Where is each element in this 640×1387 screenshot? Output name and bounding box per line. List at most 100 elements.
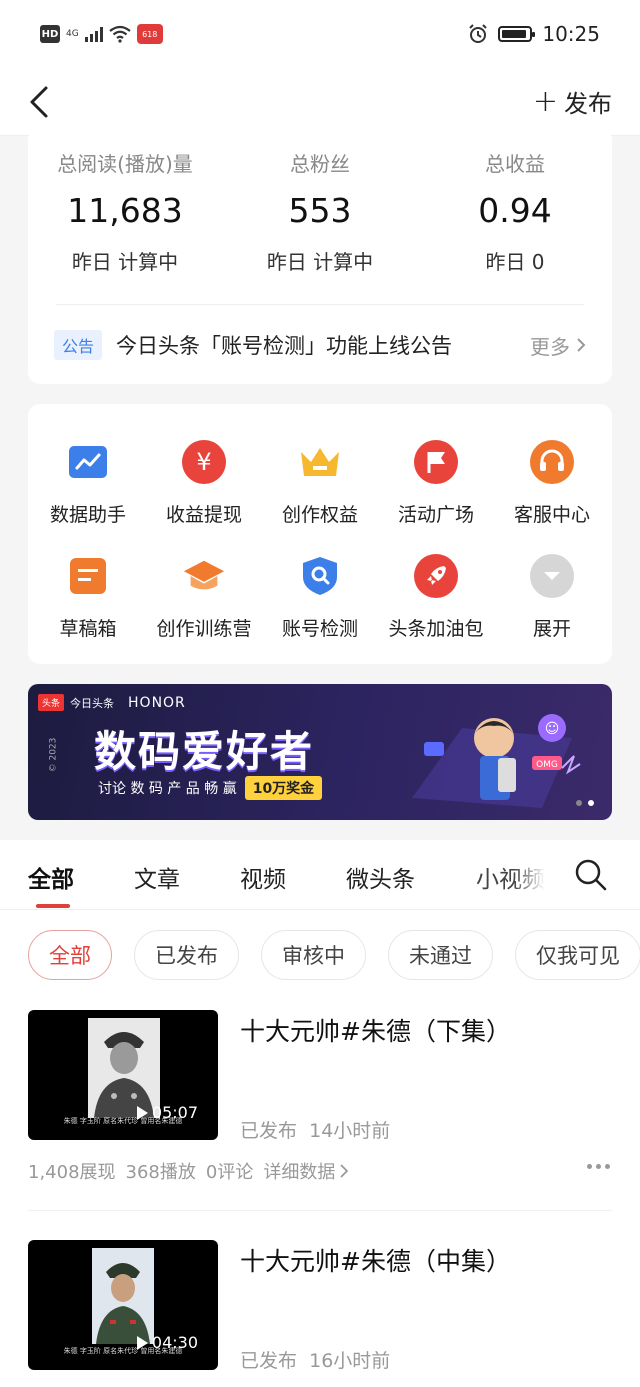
nav-bar: + 发布 bbox=[0, 70, 640, 136]
post-item[interactable]: 朱德 字玉阶 原名朱代珍 曾用名朱建德 04:30 十大元帅#朱德（中集） 已发… bbox=[28, 1240, 612, 1380]
stat-sub: 昨日 计算中 bbox=[266, 250, 374, 274]
duration-text: 05:07 bbox=[151, 1103, 198, 1122]
banner-title: 数码爱好者 bbox=[94, 727, 315, 776]
stat-total-fans[interactable]: 总粉丝 553 昨日 计算中 bbox=[223, 148, 417, 275]
tool-expand[interactable]: 展开 bbox=[494, 554, 610, 641]
svg-text:¥: ¥ bbox=[196, 448, 211, 476]
tab-short-videos[interactable]: 小视频 bbox=[476, 860, 545, 894]
tool-income-withdraw[interactable]: ¥ 收益提现 bbox=[146, 440, 262, 527]
tool-label: 创作训练营 bbox=[156, 618, 252, 640]
banner-pagination bbox=[576, 800, 594, 806]
network-type: 4G bbox=[66, 28, 79, 39]
notice-bar[interactable]: 公告 今日头条「账号检测」功能上线公告 更多 bbox=[54, 328, 586, 362]
rocket-icon bbox=[414, 554, 458, 598]
search-icon[interactable] bbox=[574, 858, 608, 892]
status-text: 已发布 bbox=[240, 1120, 298, 1142]
plus-icon: + bbox=[532, 83, 558, 119]
hd-icon: HD bbox=[40, 25, 60, 43]
post-title: 十大元帅#朱德（中集） bbox=[240, 1247, 511, 1276]
chevron-right-icon bbox=[577, 338, 586, 352]
notice-text: 今日头条「账号检测」功能上线公告 bbox=[116, 334, 453, 358]
status-left: HD 4G 618 bbox=[40, 24, 163, 44]
clock: 10:25 bbox=[542, 22, 600, 46]
stat-total-income[interactable]: 总收益 0.94 昨日 0 bbox=[418, 148, 612, 275]
wifi-icon bbox=[109, 25, 131, 43]
tab-micro-posts[interactable]: 微头条 bbox=[346, 860, 415, 894]
tool-label: 创作权益 bbox=[281, 504, 358, 526]
status-text: 已发布 bbox=[240, 1350, 298, 1372]
tool-label: 活动广场 bbox=[397, 504, 474, 526]
graduation-cap-icon bbox=[182, 554, 226, 598]
content-area: 全部 已发布 审核中 未通过 仅我可见 朱德 字玉阶 原名朱代珍 曾用名朱建德 … bbox=[0, 910, 640, 1387]
status-right: 10:25 bbox=[468, 22, 600, 46]
stat-sub: 昨日 0 bbox=[485, 250, 545, 274]
promo-badge: 618 bbox=[136, 24, 163, 44]
tool-customer-service[interactable]: 客服中心 bbox=[494, 440, 610, 527]
tool-label: 草稿箱 bbox=[59, 618, 117, 640]
tool-drafts[interactable]: 草稿箱 bbox=[30, 554, 146, 641]
video-thumbnail[interactable]: 朱德 字玉阶 原名朱代珍 曾用名朱建德 04:30 bbox=[28, 1240, 218, 1370]
tab-videos[interactable]: 视频 bbox=[240, 860, 286, 894]
draft-icon bbox=[66, 554, 110, 598]
battery-icon bbox=[498, 26, 536, 42]
publish-button[interactable]: + 发布 bbox=[533, 84, 612, 119]
post-item[interactable]: 朱德 字玉阶 原名朱代珍 曾用名朱建德 05:07 十大元帅#朱德（下集） 已发… bbox=[28, 1010, 612, 1200]
filter-reviewing[interactable]: 审核中 bbox=[261, 930, 366, 980]
svg-text:☺: ☺ bbox=[545, 721, 560, 737]
comments-count: 0评论 bbox=[205, 1162, 254, 1183]
stat-value: 11,683 bbox=[67, 191, 183, 230]
tool-label: 客服中心 bbox=[513, 504, 590, 526]
toutiao-logo: 头条 bbox=[38, 694, 65, 711]
filter-chips: 全部 已发布 审核中 未通过 仅我可见 bbox=[28, 930, 640, 980]
chevron-down-icon bbox=[530, 554, 574, 598]
video-thumbnail[interactable]: 朱德 字玉阶 原名朱代珍 曾用名朱建德 05:07 bbox=[28, 1010, 218, 1140]
filter-published[interactable]: 已发布 bbox=[134, 930, 239, 980]
tool-label: 展开 bbox=[532, 618, 571, 640]
filter-all[interactable]: 全部 bbox=[28, 930, 112, 980]
post-time: 14小时前 bbox=[309, 1120, 391, 1142]
chart-icon bbox=[66, 440, 110, 484]
plays-count: 368播放 bbox=[125, 1162, 196, 1183]
filter-private[interactable]: 仅我可见 bbox=[515, 930, 640, 980]
filter-rejected[interactable]: 未通过 bbox=[388, 930, 493, 980]
tool-data-assistant[interactable]: 数据助手 bbox=[30, 440, 146, 527]
banner-prize: 10万奖金 bbox=[244, 776, 323, 800]
banner-year: © 2023 bbox=[48, 737, 59, 773]
stat-label: 总收益 bbox=[485, 152, 545, 176]
svg-text:OMG: OMG bbox=[536, 760, 558, 770]
stat-label: 总阅读(播放)量 bbox=[57, 152, 193, 176]
yuan-icon: ¥ bbox=[182, 440, 226, 484]
details-link[interactable]: 详细数据 bbox=[263, 1158, 349, 1184]
back-arrow-icon[interactable] bbox=[26, 84, 54, 120]
post-time: 16小时前 bbox=[309, 1350, 391, 1372]
tool-account-check[interactable]: 账号检测 bbox=[262, 554, 378, 641]
alarm-icon bbox=[469, 24, 488, 43]
tool-creator-rights[interactable]: 创作权益 bbox=[262, 440, 378, 527]
banner-brand: 今日头条 bbox=[70, 696, 115, 710]
shield-search-icon bbox=[298, 554, 342, 598]
divider bbox=[56, 304, 584, 305]
headset-icon bbox=[530, 440, 574, 484]
stat-total-reads[interactable]: 总阅读(播放)量 11,683 昨日 计算中 bbox=[28, 148, 222, 275]
crown-icon bbox=[298, 440, 342, 484]
tool-training-camp[interactable]: 创作训练营 bbox=[146, 554, 262, 641]
stat-sub: 昨日 计算中 bbox=[71, 250, 179, 274]
tool-label: 数据助手 bbox=[49, 504, 126, 526]
tool-boost-pack[interactable]: 头条加油包 bbox=[378, 554, 494, 641]
tab-articles[interactable]: 文章 bbox=[134, 860, 180, 894]
notice-more-link[interactable]: 更多 bbox=[530, 331, 586, 360]
video-duration: 05:07 bbox=[136, 1103, 198, 1122]
more-options-icon[interactable] bbox=[587, 1164, 610, 1169]
promo-banner[interactable]: 头条 今日头条 HONOR © 2023 数码爱好者 讨论 数 码 产 品 畅 … bbox=[28, 684, 612, 820]
stat-value: 0.94 bbox=[478, 191, 552, 230]
stat-label: 总粉丝 bbox=[290, 152, 350, 176]
tool-activity-square[interactable]: 活动广场 bbox=[378, 440, 494, 527]
banner-illustration: ☺ OMG bbox=[412, 714, 581, 808]
portrait-image bbox=[92, 1248, 154, 1344]
signal-icon bbox=[84, 26, 103, 42]
play-icon bbox=[136, 1335, 148, 1350]
tab-all[interactable]: 全部 bbox=[28, 860, 74, 894]
stats-card: 总阅读(播放)量 11,683 昨日 计算中 总粉丝 553 昨日 计算中 总收… bbox=[28, 128, 612, 384]
tool-label: 头条加油包 bbox=[388, 618, 484, 640]
content-tabs: 全部 文章 视频 微头条 小视频 bbox=[0, 840, 640, 910]
